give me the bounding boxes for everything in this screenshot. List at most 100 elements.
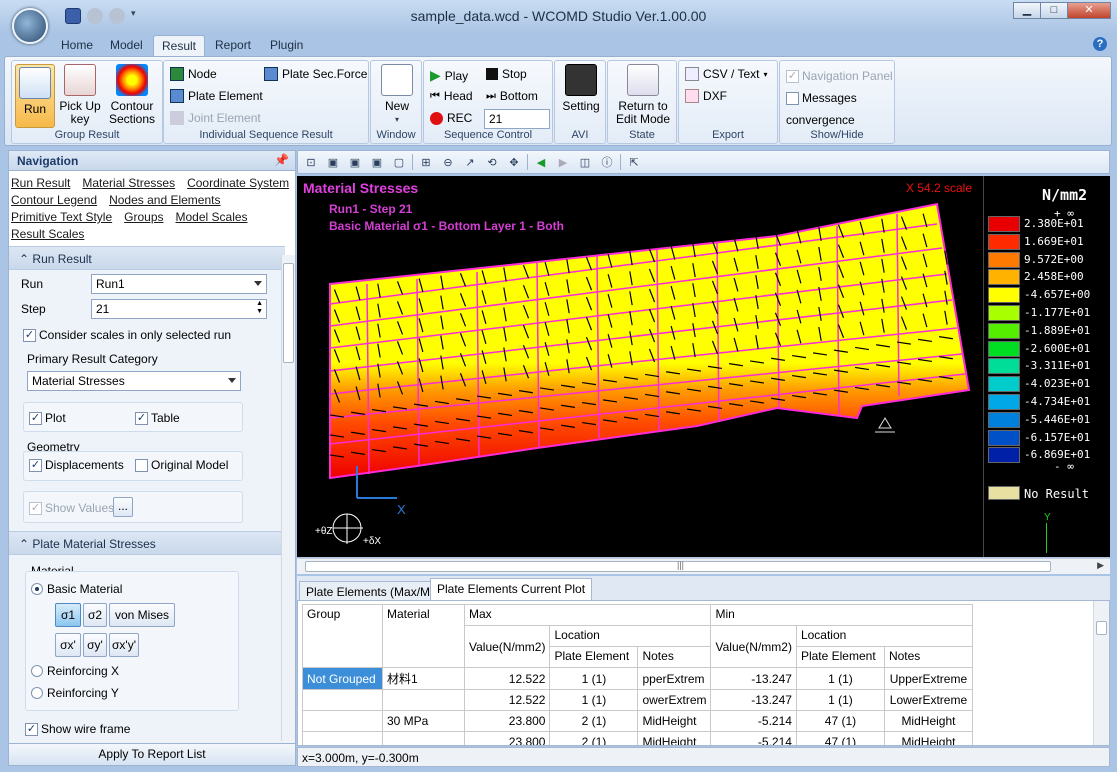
navigation-panel-checkbox[interactable]: ✓ Navigation Panel: [786, 69, 893, 83]
messages-checkbox[interactable]: Messages: [786, 91, 857, 105]
primary-category-select[interactable]: Material Stresses: [27, 371, 241, 391]
snapshot-icon[interactable]: ◫: [576, 154, 594, 170]
minimize-button[interactable]: ▁: [1013, 2, 1041, 19]
plot-checkbox[interactable]: ✓ Plot: [29, 411, 66, 425]
plate-sec-force-button[interactable]: Plate Sec.Force: [264, 67, 367, 81]
maximize-button[interactable]: □: [1040, 2, 1068, 19]
convergence-label[interactable]: convergence: [786, 113, 855, 127]
sequence-step-spinner[interactable]: 21: [484, 109, 550, 129]
tab-plate-elements-current-plot[interactable]: Plate Elements Current Plot: [430, 578, 593, 601]
basic-material-radio[interactable]: Basic Material: [31, 582, 122, 596]
table-row[interactable]: Not Grouped 材料1 12.522 1 (1) pperExtrem -13.2…: [302, 667, 973, 690]
ribbon: Run Pick Up key Contour Sections Group R…: [4, 56, 1112, 146]
return-to-edit-mode-button[interactable]: Return to Edit Mode: [611, 64, 675, 126]
zoom-window-icon[interactable]: ⊞: [417, 154, 435, 170]
bottom-button[interactable]: ⏭ Bottom: [486, 89, 538, 103]
close-button[interactable]: ✕: [1067, 2, 1111, 19]
link-primitive-text-style[interactable]: Primitive Text Style: [11, 209, 112, 226]
link-contour-legend[interactable]: Contour Legend: [11, 192, 97, 209]
rotate-icon[interactable]: ⟲: [483, 154, 501, 170]
tab-plate-elements-max-min[interactable]: Plate Elements (Max/Min): [299, 581, 451, 601]
sigma1-button[interactable]: σ1: [55, 603, 81, 627]
csv-text-button[interactable]: CSV / Text ▾: [685, 67, 767, 81]
displacements-checkbox[interactable]: ✓ Displacements: [29, 458, 124, 472]
tab-home[interactable]: Home: [61, 38, 93, 52]
tab-result[interactable]: Result: [153, 35, 206, 56]
plot-horizontal-scrollbar[interactable]: ||| ▶: [297, 558, 1110, 574]
link-groups[interactable]: Groups: [124, 209, 163, 226]
von-mises-button[interactable]: von Mises: [109, 603, 175, 627]
node-button[interactable]: Node: [170, 67, 217, 81]
table-row[interactable]: 12.522 1 (1) owerExtrem -13.247 1 (1) LowerEx…: [302, 689, 973, 711]
legend-no-result-label: No Result: [1024, 487, 1090, 501]
sigma-xy-button[interactable]: σx'y': [109, 633, 139, 657]
export-group: CSV / Text ▾ DXF Export: [678, 60, 778, 144]
table-scrollbar[interactable]: [1093, 601, 1109, 745]
sigma-y-button[interactable]: σy': [83, 633, 107, 657]
joint-element-button[interactable]: Joint Element: [170, 111, 261, 125]
navigation-scrollbar[interactable]: [281, 255, 295, 741]
sigma-x-button[interactable]: σx': [55, 633, 81, 657]
link-coordinate-system[interactable]: Coordinate System: [187, 175, 289, 192]
individual-sequence-group: Node Plate Element Joint Element Plate S…: [163, 60, 369, 144]
tab-report[interactable]: Report: [215, 38, 251, 52]
view-wire-icon[interactable]: ▢: [390, 154, 408, 170]
view-3d-icon[interactable]: ▣: [324, 154, 342, 170]
run-result-section-header[interactable]: ⌃ Run Result: [9, 246, 285, 270]
head-button[interactable]: ⏮ Head: [430, 89, 473, 103]
scroll-right-icon[interactable]: ▶: [1097, 560, 1104, 571]
avi-setting-button[interactable]: Setting: [559, 64, 603, 113]
tab-model[interactable]: Model: [110, 38, 143, 52]
view-front-icon[interactable]: ▣: [346, 154, 364, 170]
new-window-button[interactable]: New ▾: [379, 64, 415, 126]
pointer-icon[interactable]: ⇱: [625, 154, 643, 170]
legend-value: -4.023E+01: [1024, 377, 1091, 391]
step-spinner[interactable]: 21 ▲ ▼: [91, 299, 267, 319]
link-model-scales[interactable]: Model Scales: [176, 209, 248, 226]
apply-to-report-list-button[interactable]: Apply To Report List: [9, 743, 295, 765]
rec-button[interactable]: REC: [430, 111, 472, 125]
table-checkbox[interactable]: ✓ Table: [135, 411, 180, 425]
link-material-stresses[interactable]: Material Stresses: [82, 175, 175, 192]
pick-up-key-button[interactable]: Pick Up key: [59, 64, 101, 126]
back-icon[interactable]: ◀: [532, 154, 550, 170]
play-button[interactable]: ▶ Play: [430, 67, 468, 84]
original-model-checkbox[interactable]: Original Model: [135, 458, 228, 472]
plate-material-stresses-header[interactable]: ⌃ Plate Material Stresses: [9, 531, 285, 555]
show-values-options-button[interactable]: ...: [113, 497, 133, 517]
reinforcing-x-radio[interactable]: Reinforcing X: [31, 664, 119, 678]
table-row[interactable]: 30 MPa 23.800 2 (1) MidHeight -5.214 47 (1) Mi…: [302, 710, 973, 732]
info-icon[interactable]: ⓘ: [598, 154, 616, 170]
run-button[interactable]: Run: [15, 64, 55, 128]
pan-icon[interactable]: ✥: [505, 154, 523, 170]
zoom-out-icon[interactable]: ⊖: [439, 154, 457, 170]
help-icon[interactable]: ?: [1093, 37, 1107, 51]
contour-sections-button[interactable]: Contour Sections: [106, 64, 158, 126]
app-icon[interactable]: [12, 8, 48, 44]
pin-icon[interactable]: 📌: [274, 153, 289, 167]
show-values-checkbox[interactable]: ✓ Show Values: [29, 501, 114, 515]
sigma2-button[interactable]: σ2: [83, 603, 107, 627]
tab-plugin[interactable]: Plugin: [270, 38, 303, 52]
legend-value: -1.177E+01: [1024, 306, 1091, 319]
stop-button[interactable]: Stop: [486, 67, 527, 81]
link-run-result[interactable]: Run Result: [11, 175, 70, 192]
legend-value: -3.311E+01: [1024, 359, 1091, 373]
col-min-notes: Notes: [883, 646, 973, 668]
select-nodes-icon[interactable]: ⊡: [302, 154, 320, 170]
col-min-value: Value(N/mm2): [710, 625, 797, 668]
forward-icon[interactable]: ▶: [554, 154, 572, 170]
link-nodes-and-elements[interactable]: Nodes and Elements: [109, 192, 220, 209]
consider-scales-checkbox[interactable]: ✓ Consider scales in only selected run: [23, 328, 231, 342]
zoom-extent-icon[interactable]: ↗: [461, 154, 479, 170]
table-row[interactable]: 23.800 2 (1) MidHeight -5.214 47 (1) MidHeigh…: [302, 731, 973, 745]
table-cell-min-plate: 47 (1): [795, 710, 885, 732]
dxf-button[interactable]: DXF: [685, 89, 727, 103]
view-side-icon[interactable]: ▣: [368, 154, 386, 170]
show-wire-frame-checkbox[interactable]: ✓ Show wire frame: [25, 722, 130, 736]
plate-element-button[interactable]: Plate Element: [170, 89, 263, 103]
link-result-scales[interactable]: Result Scales: [11, 226, 84, 243]
reinforcing-y-radio[interactable]: Reinforcing Y: [31, 686, 119, 700]
run-select[interactable]: Run1: [91, 274, 267, 294]
plot-canvas[interactable]: X +θZ +δX Material Stresses Run1 - Step …: [297, 176, 1110, 557]
